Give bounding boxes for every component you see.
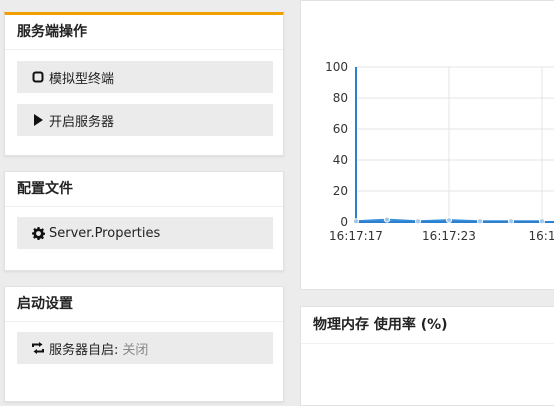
- sim-terminal-button[interactable]: 模拟型终端: [17, 61, 273, 93]
- startup-panel: 启动设置 服务器自启: 关闭: [4, 286, 284, 402]
- usage-chart: 0 20 40 60 80 100 16:17:17 16:17:23 16:1: [325, 60, 554, 243]
- y-tick-label: 40: [333, 153, 348, 167]
- y-tick-label: 0: [340, 215, 348, 229]
- retweet-icon: [31, 342, 45, 354]
- square-icon: [31, 71, 45, 83]
- server-ops-title: 服务端操作: [5, 15, 283, 50]
- usage-point: [508, 218, 514, 225]
- memory-usage-card: 物理内存 使用率 (%): [300, 306, 554, 406]
- x-tick-label: 16:1: [529, 229, 554, 243]
- start-server-button[interactable]: 开启服务器: [17, 104, 273, 136]
- y-tick-label: 60: [333, 122, 348, 136]
- memory-usage-title: 物理内存 使用率 (%): [301, 307, 554, 344]
- y-tick-label: 100: [325, 60, 348, 74]
- usage-point: [384, 216, 390, 223]
- usage-point: [446, 217, 452, 224]
- server-ops-panel: 服务端操作 模拟型终端 开启服务器: [4, 12, 284, 156]
- startup-title: 启动设置: [5, 287, 283, 322]
- y-tick-label: 80: [333, 91, 348, 105]
- server-properties-label: Server.Properties: [49, 225, 161, 241]
- config-title: 配置文件: [5, 172, 283, 207]
- usage-point: [539, 218, 545, 225]
- config-panel: 配置文件 Server.Properties: [4, 171, 284, 271]
- sim-terminal-label: 模拟型终端: [49, 71, 115, 87]
- start-server-label: 开启服务器: [49, 114, 115, 130]
- y-tick-label: 20: [333, 184, 348, 198]
- usage-point: [353, 218, 359, 225]
- server-properties-button[interactable]: Server.Properties: [17, 217, 273, 249]
- autostart-value: 关闭: [122, 342, 149, 358]
- usage-point: [415, 218, 421, 225]
- x-tick-label: 16:17:23: [422, 229, 476, 243]
- x-tick-label: 16:17:17: [329, 229, 383, 243]
- usage-point: [477, 218, 483, 225]
- autostart-toggle[interactable]: 服务器自启: 关闭: [17, 332, 273, 364]
- play-icon: [31, 114, 45, 126]
- autostart-label: 服务器自启:: [49, 342, 119, 358]
- gear-icon: [31, 226, 45, 240]
- usage-chart-card: 0 20 40 60 80 100 16:17:17 16:17:23 16:1: [300, 0, 554, 290]
